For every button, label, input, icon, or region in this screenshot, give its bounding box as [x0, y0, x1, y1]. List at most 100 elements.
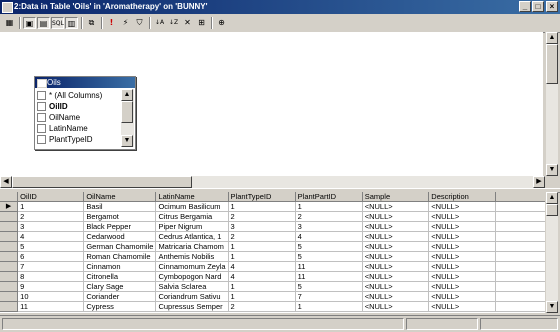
column-row-all[interactable]: * (All Columns) [37, 90, 102, 101]
cell-planttypeid[interactable]: 1 [228, 251, 296, 262]
cell-description[interactable]: <NULL> [428, 271, 497, 282]
show-results-pane-icon[interactable]: ▥ [65, 17, 78, 29]
maximize-button[interactable]: □ [532, 1, 544, 12]
scroll-down-icon[interactable]: ▼ [546, 301, 558, 313]
cell-description[interactable]: <NULL> [428, 241, 497, 252]
cell-latinname[interactable]: Cupressus Semper [155, 301, 229, 312]
row-selector[interactable] [0, 291, 19, 302]
show-sql-pane-icon[interactable]: SQL [51, 17, 64, 29]
table-row[interactable]: 3 Black Pepper Piper Nigrum 3 3 <NULL> <NULL> [0, 221, 545, 232]
table-row[interactable]: 9 Clary Sage Salvia Sclarea 1 5 <NULL> <NULL> [0, 281, 545, 292]
column-header-latinname[interactable]: LatinName [155, 192, 229, 202]
table-row[interactable]: 2 Bergamot Citrus Bergamia 2 2 <NULL> <NULL> [0, 211, 545, 222]
cell-latinname[interactable]: Cymbopogon Nard [155, 271, 229, 282]
cell-description[interactable]: <NULL> [428, 261, 497, 272]
scroll-down-icon[interactable]: ▼ [546, 164, 558, 176]
table-row[interactable]: 8 Citronella Cymbopogon Nard 4 11 <NULL> <NULL… [0, 271, 545, 282]
results-grid[interactable]: OilID OilName LatinName PlantTypeID Plan… [0, 192, 545, 313]
cell-planttypeid[interactable]: 2 [228, 211, 296, 222]
verify-sql-icon[interactable]: ⚡ [119, 17, 132, 29]
cell-plantpartid[interactable]: 3 [295, 221, 363, 232]
cell-oilname[interactable]: Cedarwood [83, 231, 157, 242]
row-selector[interactable] [0, 281, 19, 292]
cell-sample[interactable]: <NULL> [362, 201, 430, 212]
column-header-oilid[interactable]: OilID [17, 192, 85, 202]
cell-planttypeid[interactable]: 3 [228, 221, 296, 232]
table-box-oils[interactable]: Oils * (All Columns) OilID OilName Latin… [34, 76, 136, 150]
cell-latinname[interactable]: Citrus Bergamia [155, 211, 229, 222]
cell-latinname[interactable]: Coriandrum Sativu [155, 291, 229, 302]
cell-sample[interactable]: <NULL> [362, 271, 430, 282]
cell-description[interactable]: <NULL> [428, 201, 497, 212]
scroll-up-icon[interactable]: ▲ [546, 32, 558, 44]
cell-plantpartid[interactable]: 7 [295, 291, 363, 302]
column-row-oilname[interactable]: OilName [37, 112, 80, 123]
scroll-down-icon[interactable]: ▼ [121, 135, 133, 147]
minimize-button[interactable]: _ [519, 1, 531, 12]
row-selector[interactable] [0, 271, 19, 282]
scroll-thumb[interactable] [12, 176, 192, 188]
cell-planttypeid[interactable]: 4 [228, 271, 296, 282]
column-checkbox[interactable] [37, 124, 46, 134]
cell-description[interactable]: <NULL> [428, 291, 497, 302]
table-box-title[interactable]: Oils [35, 77, 135, 88]
column-header-sample[interactable]: Sample [362, 192, 430, 202]
cell-description[interactable]: <NULL> [428, 221, 497, 232]
cell-latinname[interactable]: Cinnamomum Zeyla [155, 261, 229, 272]
table-row[interactable]: 5 German Chamomile Matricaria Chamom 1 5 <NUL… [0, 241, 545, 252]
cell-plantpartid[interactable]: 5 [295, 281, 363, 292]
cell-oilname[interactable]: Black Pepper [83, 221, 157, 232]
grid-vertical-scrollbar[interactable]: ▲ ▼ [545, 192, 558, 313]
cell-sample[interactable]: <NULL> [362, 261, 430, 272]
sort-ascending-icon[interactable]: ↓A [153, 17, 166, 29]
sort-descending-icon[interactable]: ↓Z [167, 17, 180, 29]
cell-oilid[interactable]: 6 [17, 251, 85, 262]
scroll-thumb[interactable] [546, 204, 558, 216]
cell-plantpartid[interactable]: 5 [295, 251, 363, 262]
cell-latinname[interactable]: Matricaria Chamom [155, 241, 229, 252]
table-row[interactable]: 7 Cinnamon Cinnamomum Zeyla 4 11 <NULL> <NULL> [0, 261, 545, 272]
row-selector[interactable] [0, 241, 19, 252]
column-row-oilid[interactable]: OilID [37, 101, 68, 112]
remove-filter-icon[interactable]: ✕ [181, 17, 194, 29]
cell-sample[interactable]: <NULL> [362, 231, 430, 242]
cell-oilid[interactable]: 9 [17, 281, 85, 292]
show-grid-pane-icon[interactable]: ▤ [37, 17, 50, 29]
row-selector[interactable] [0, 231, 19, 242]
cell-oilname[interactable]: Roman Chamomile [83, 251, 157, 262]
scroll-up-icon[interactable]: ▲ [121, 89, 133, 101]
cell-description[interactable]: <NULL> [428, 301, 497, 312]
run-icon[interactable]: ! [105, 17, 118, 29]
cell-sample[interactable]: <NULL> [362, 211, 430, 222]
change-query-type-icon[interactable]: ⧉ [85, 17, 98, 29]
column-header-description[interactable]: Description [428, 192, 497, 202]
cell-sample[interactable]: <NULL> [362, 281, 430, 292]
cell-sample[interactable]: <NULL> [362, 241, 430, 252]
cell-oilname[interactable]: Basil [83, 201, 157, 212]
cell-oilname[interactable]: Cypress [83, 301, 157, 312]
table-row[interactable]: 10 Coriander Coriandrum Sativu 1 7 <NULL> <NUL… [0, 291, 545, 302]
cell-planttypeid[interactable]: 1 [228, 291, 296, 302]
diagram-vertical-scrollbar[interactable]: ▲ ▼ [545, 32, 558, 176]
cell-description[interactable]: <NULL> [428, 211, 497, 222]
cell-oilid[interactable]: 11 [17, 301, 85, 312]
cell-oilid[interactable]: 1 [17, 201, 85, 212]
scroll-right-icon[interactable]: ▶ [533, 176, 545, 188]
cell-oilid[interactable]: 4 [17, 231, 85, 242]
cell-oilname[interactable]: Citronella [83, 271, 157, 282]
scroll-up-icon[interactable]: ▲ [546, 192, 558, 204]
scroll-left-icon[interactable]: ◀ [0, 176, 12, 188]
cell-sample[interactable]: <NULL> [362, 301, 430, 312]
cell-planttypeid[interactable]: 4 [228, 261, 296, 272]
row-selector[interactable] [0, 211, 19, 222]
column-header-planttypeid[interactable]: PlantTypeID [228, 192, 296, 202]
cell-oilname[interactable]: Coriander [83, 291, 157, 302]
cell-oilname[interactable]: Cinnamon [83, 261, 157, 272]
window-title-bar[interactable]: 2:Data in Table 'Oils' in 'Aromatherapy'… [0, 0, 560, 14]
column-checkbox[interactable] [37, 135, 46, 145]
scroll-thumb[interactable] [546, 44, 558, 84]
cell-oilid[interactable]: 7 [17, 261, 85, 272]
cell-oilid[interactable]: 10 [17, 291, 85, 302]
cell-plantpartid[interactable]: 11 [295, 261, 363, 272]
table-row[interactable]: ▶ 1 Basil Ocimum Basilicum 1 1 <NULL> <NULL> [0, 201, 545, 212]
